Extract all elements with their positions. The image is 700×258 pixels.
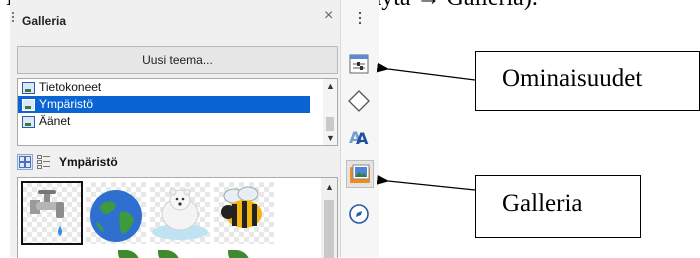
arrow-to-properties: [376, 62, 476, 81]
callout-properties: Ominaisuudet: [475, 51, 700, 111]
callout-properties-text: Ominaisuudet: [502, 65, 643, 92]
arrow-to-gallery: [376, 175, 476, 191]
callout-gallery: Galleria: [475, 175, 641, 238]
callout-gallery-text: Galleria: [502, 190, 583, 217]
